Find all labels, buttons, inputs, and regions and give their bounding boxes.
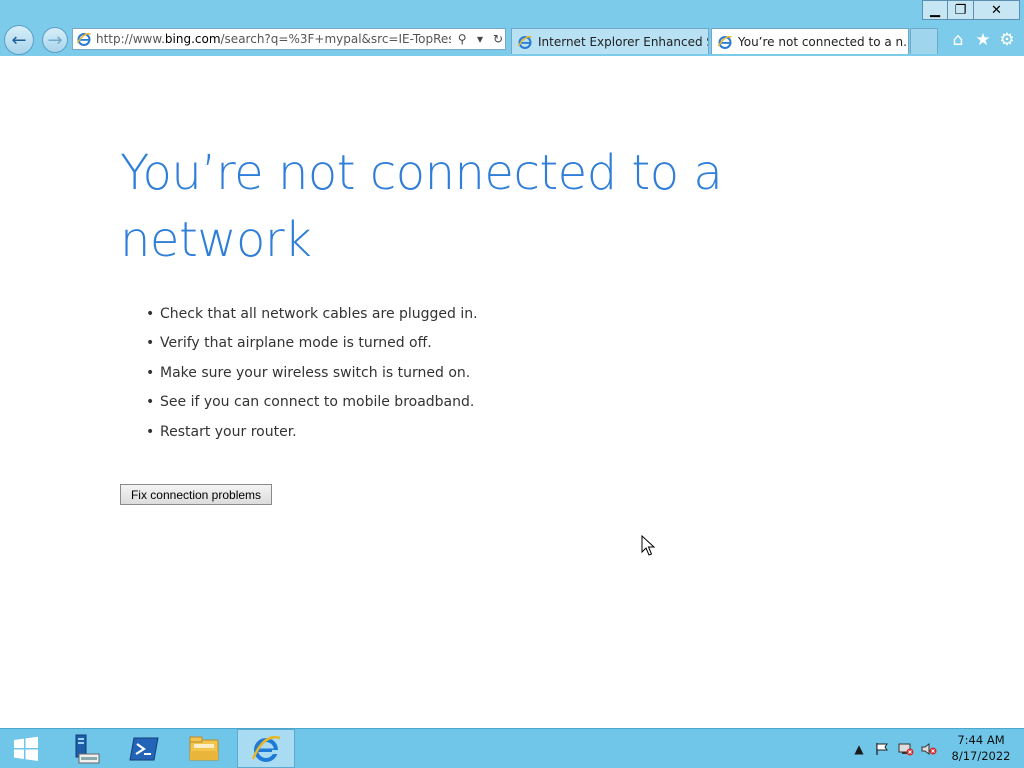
maximize-button[interactable]: ❐ — [948, 0, 974, 20]
list-item: • Restart your router. — [146, 423, 297, 440]
show-hidden-icons-icon[interactable]: ▲ — [850, 740, 868, 758]
list-item: • See if you can connect to mobile broadb… — [146, 394, 475, 411]
minimize-icon: ▁ — [930, 2, 940, 18]
taskbar-powershell[interactable] — [116, 729, 172, 768]
tab-label: Internet Explorer Enhanced Sec... — [538, 34, 708, 49]
troubleshooting-tips-list: • Check that all network cables are plugg… — [146, 302, 478, 449]
close-icon: ✕ — [991, 2, 1002, 18]
chevron-down-icon[interactable]: ▾ — [473, 32, 487, 46]
new-tab-button[interactable] — [910, 28, 938, 54]
taskbar-file-explorer[interactable] — [176, 729, 232, 768]
taskbar-internet-explorer[interactable] — [237, 729, 295, 768]
address-bar[interactable]: http://www.bing.com/search?q=%3F+mypal&s… — [72, 28, 506, 50]
arrow-left-icon: ← — [11, 29, 27, 51]
fix-connection-problems-button[interactable]: Fix connection problems — [120, 484, 272, 505]
browser-titlebar: ← → http://www.bing.com/search?q=%3F+myp… — [0, 0, 1024, 56]
ie-favicon-icon — [717, 35, 732, 49]
close-window-button[interactable]: ✕ — [974, 0, 1020, 20]
page-title: You’re not connected to a network — [120, 145, 723, 268]
gear-icon[interactable]: ⚙ — [997, 30, 1017, 50]
minimize-button[interactable]: ▁ — [922, 0, 948, 20]
list-item: • Check that all network cables are plugg… — [146, 306, 478, 322]
tab-ie-enhanced-security[interactable]: Internet Explorer Enhanced Sec... — [511, 28, 709, 54]
taskbar-server-manager[interactable] — [56, 729, 112, 768]
forward-button[interactable]: → — [42, 27, 68, 53]
search-icon[interactable]: ⚲ — [455, 32, 469, 46]
address-url[interactable]: http://www.bing.com/search?q=%3F+mypal&s… — [96, 32, 451, 46]
restore-icon: ❐ — [954, 2, 967, 18]
clock-time: 7:44 AM — [957, 733, 1005, 747]
ie-favicon-icon — [76, 32, 91, 46]
taskbar: ▲ 7:44 AM 8/17/2022 — [0, 728, 1024, 768]
network-disconnected-icon[interactable] — [897, 740, 915, 758]
clock-date: 8/17/2022 — [951, 749, 1011, 763]
arrow-right-icon: → — [47, 29, 63, 51]
tab-label: You’re not connected to a n... — [738, 34, 909, 49]
taskbar-clock[interactable]: 7:44 AM 8/17/2022 — [946, 732, 1016, 764]
action-center-flag-icon[interactable] — [873, 740, 891, 758]
ie-favicon-icon — [517, 35, 532, 49]
list-item: • Make sure your wireless switch is turne… — [146, 364, 471, 381]
windows-logo-icon — [14, 736, 38, 761]
folder-icon — [189, 736, 219, 760]
star-icon[interactable]: ★ — [973, 30, 993, 50]
start-button[interactable] — [0, 729, 52, 768]
list-item: • Verify that airplane mode is turned off… — [146, 335, 432, 352]
home-icon[interactable]: ⌂ — [948, 30, 968, 50]
tab-not-connected[interactable]: You’re not connected to a n... ✕ — [711, 28, 909, 54]
powershell-icon — [129, 737, 159, 760]
back-button[interactable]: ← — [4, 25, 34, 55]
internet-explorer-icon — [251, 735, 281, 762]
server-manager-icon — [75, 734, 100, 763]
refresh-icon[interactable]: ↻ — [491, 32, 505, 46]
volume-muted-icon[interactable] — [920, 740, 938, 758]
mouse-pointer-icon — [641, 535, 655, 556]
